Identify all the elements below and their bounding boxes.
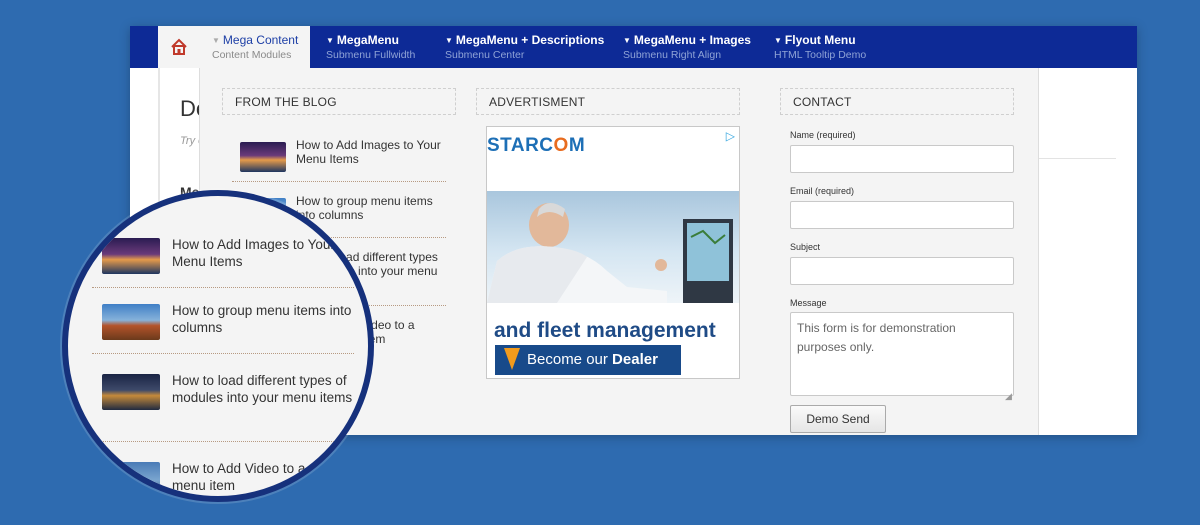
- nav-item-label: ▼ MegaMenu + Descriptions: [445, 33, 605, 47]
- resize-handle-icon[interactable]: ◢: [1005, 391, 1012, 402]
- zoomed-blog-item[interactable]: How to load different types of modules i…: [92, 354, 354, 442]
- ad-headline: and fleet management: [494, 319, 716, 342]
- caret-down-icon: ▼: [774, 36, 782, 45]
- nav-item-desc: Submenu Center: [445, 49, 525, 61]
- blog-thumbnail-image: [240, 142, 286, 172]
- zoomed-blog-thumbnail-image: [102, 374, 160, 410]
- nav-item-desc: HTML Tooltip Demo: [774, 49, 867, 61]
- nav-item-flyout-menu[interactable]: ▼ Flyout Menu HTML Tooltip Demo: [762, 26, 878, 68]
- ad-brand-logo: STARCOM: [487, 135, 586, 156]
- nav-item-megamenu-images[interactable]: ▼ MegaMenu + Images Submenu Right Align: [611, 26, 763, 68]
- ad-cta-button[interactable]: Become our Dealer: [495, 345, 681, 375]
- advertisement-banner[interactable]: STARCOM ▷ and fleet management Become ou…: [486, 126, 740, 379]
- adchoices-icon[interactable]: ▷: [726, 129, 735, 143]
- zoomed-blog-item-title: How to Add Images to Your Menu Items: [172, 237, 335, 269]
- nav-item-desc: Content Modules: [212, 49, 292, 61]
- zoomed-blog-thumbnail-image: [102, 304, 160, 340]
- caret-down-icon: ▼: [623, 36, 631, 45]
- zoomed-blog-thumbnail-image: [102, 238, 160, 274]
- caret-down-icon: ▼: [445, 36, 453, 45]
- zoomed-blog-item[interactable]: How to Add Images to Your Menu Items: [92, 196, 354, 288]
- zoomed-blog-thumbnail-image: [102, 462, 160, 496]
- nav-item-label: ▼ MegaMenu: [326, 33, 399, 47]
- name-label: Name (required): [790, 130, 856, 140]
- nav-item-desc: Submenu Right Align: [623, 49, 722, 61]
- email-field[interactable]: [790, 201, 1014, 229]
- nav-item-megamenu-descriptions[interactable]: ▼ MegaMenu + Descriptions Submenu Center: [433, 26, 616, 68]
- message-field[interactable]: This form is for demonstration purposes …: [790, 312, 1014, 396]
- caret-down-icon: ▼: [212, 36, 220, 45]
- page-divider: [1038, 158, 1116, 159]
- message-label: Message: [790, 298, 827, 308]
- blog-heading: FROM THE BLOG: [222, 88, 456, 115]
- home-button[interactable]: [158, 26, 200, 68]
- nav-item-label: ▼ Flyout Menu: [774, 33, 856, 47]
- name-field[interactable]: [790, 145, 1014, 173]
- subject-field[interactable]: [790, 257, 1014, 285]
- zoomed-blog-item-title: How to group menu items into columns: [172, 303, 352, 335]
- demo-send-button[interactable]: Demo Send: [790, 405, 886, 433]
- ad-heading: ADVERTISMENT: [476, 88, 740, 115]
- nav-item-megamenu[interactable]: ▼ MegaMenu Submenu Fullwidth: [314, 26, 427, 68]
- email-label: Email (required): [790, 186, 855, 196]
- caret-down-icon: ▼: [326, 36, 334, 45]
- magnifier-zoom-circle: How to Add Images to Your Menu Items How…: [62, 190, 374, 502]
- ad-photo: [487, 191, 739, 303]
- zoomed-blog-item[interactable]: How to Add Video to a mega menu item: [92, 442, 354, 496]
- blog-item[interactable]: How to Add Images to Your Menu Items: [232, 126, 446, 182]
- nav-item-label: ▼ Mega Content: [212, 33, 299, 47]
- chevron-logo-icon: [504, 348, 520, 370]
- nav-item-mega-content[interactable]: ▼ Mega Content Content Modules: [200, 26, 311, 68]
- zoomed-blog-item-title: How to load different types of modules i…: [172, 373, 353, 405]
- ad-illustration: [487, 203, 733, 303]
- zoomed-blog-item[interactable]: How to group menu items into columns: [92, 288, 354, 354]
- mega-menu-navbar: ▼ Mega Content Content Modules ▼ MegaMenu …: [130, 26, 1137, 68]
- nav-item-label: ▼ MegaMenu + Images: [623, 33, 751, 47]
- blog-item-title: How to Add Images to Your Menu Items: [296, 138, 441, 166]
- nav-item-desc: Submenu Fullwidth: [326, 49, 416, 61]
- contact-heading: CONTACT: [780, 88, 1014, 115]
- zoomed-blog-item-title: How to Add Video to a mega menu item: [172, 461, 343, 493]
- home-icon: [171, 38, 187, 55]
- page-intro: Try can: [180, 135, 200, 147]
- subject-label: Subject: [790, 242, 821, 252]
